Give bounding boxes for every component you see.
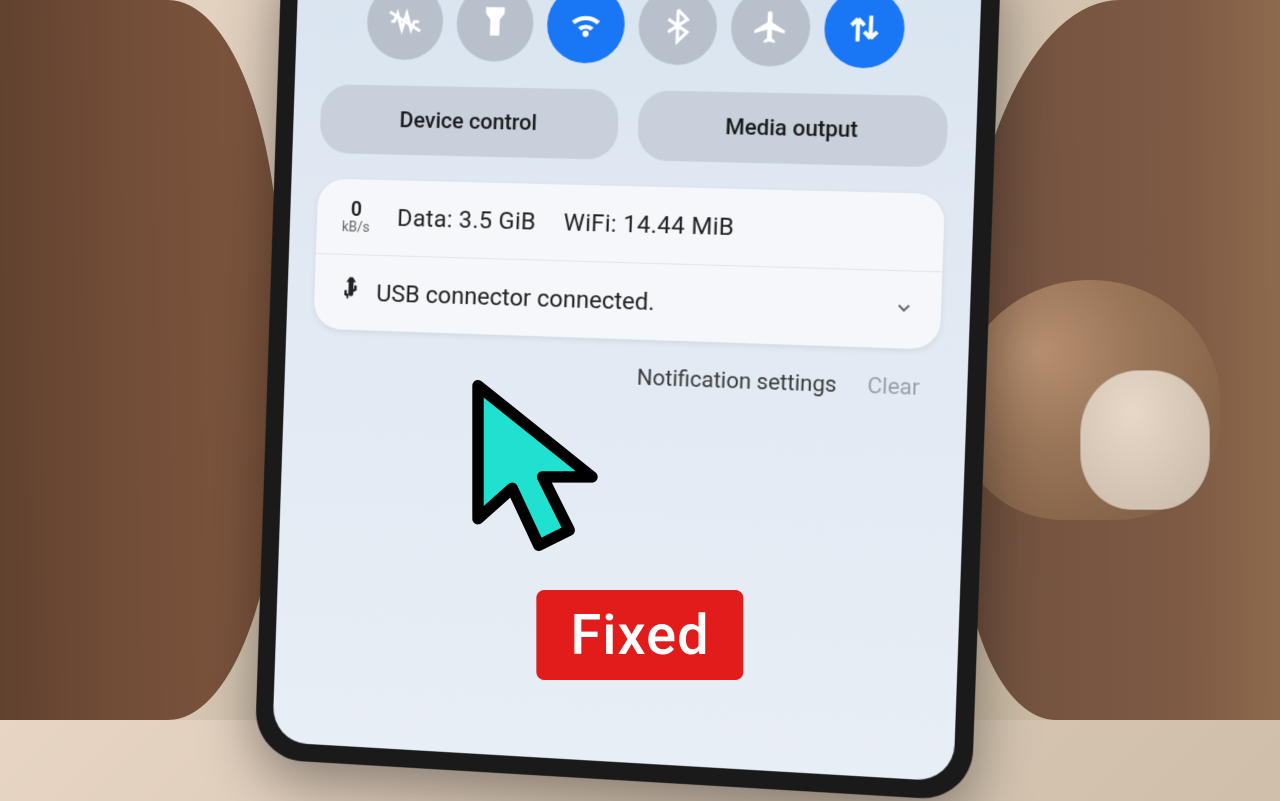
device-control-label: Device control <box>399 108 537 136</box>
media-output-button[interactable]: Media output <box>637 90 949 167</box>
notification-card[interactable]: 0 kB/s Data: 3.5 GiB WiFi: 14.44 MiB USB… <box>313 178 945 349</box>
qs-data-toggle[interactable] <box>823 0 906 69</box>
qs-vibrate-toggle[interactable] <box>366 0 444 61</box>
airplane-icon <box>751 8 791 47</box>
vibrate-icon <box>386 2 424 40</box>
wifi-icon <box>566 5 605 44</box>
speed-indicator: 0 kB/s <box>342 199 371 235</box>
speed-value: 0 <box>351 199 363 219</box>
usb-message: USB connector connected. <box>376 279 915 324</box>
wifi-usage-label: WiFi: 14.44 MiB <box>563 208 735 241</box>
media-output-label: Media output <box>725 115 858 143</box>
fixed-badge-label: Fixed <box>570 602 709 668</box>
data-transfer-icon <box>844 9 884 48</box>
quick-settings-row <box>323 0 953 70</box>
chevron-down-icon[interactable] <box>893 297 915 323</box>
cursor-overlay-icon <box>440 370 630 580</box>
pill-row: Device control Media output <box>319 84 948 167</box>
fixed-badge: Fixed <box>536 590 743 680</box>
notification-settings-link[interactable]: Notification settings <box>636 366 837 398</box>
flashlight-icon <box>476 4 515 42</box>
speed-unit: kB/s <box>342 220 370 235</box>
data-usage-label: Data: 3.5 GiB <box>397 204 537 235</box>
usb-icon <box>339 276 359 308</box>
qs-wifi-toggle[interactable] <box>546 0 626 64</box>
device-control-button[interactable]: Device control <box>319 84 619 160</box>
hand-left <box>0 0 280 720</box>
qs-bluetooth-toggle[interactable] <box>637 0 718 66</box>
thumb-nail <box>1080 370 1210 510</box>
clear-link[interactable]: Clear <box>867 374 920 401</box>
qs-airplane-toggle[interactable] <box>730 0 812 67</box>
bluetooth-icon <box>658 6 697 45</box>
qs-flashlight-toggle[interactable] <box>455 0 534 62</box>
